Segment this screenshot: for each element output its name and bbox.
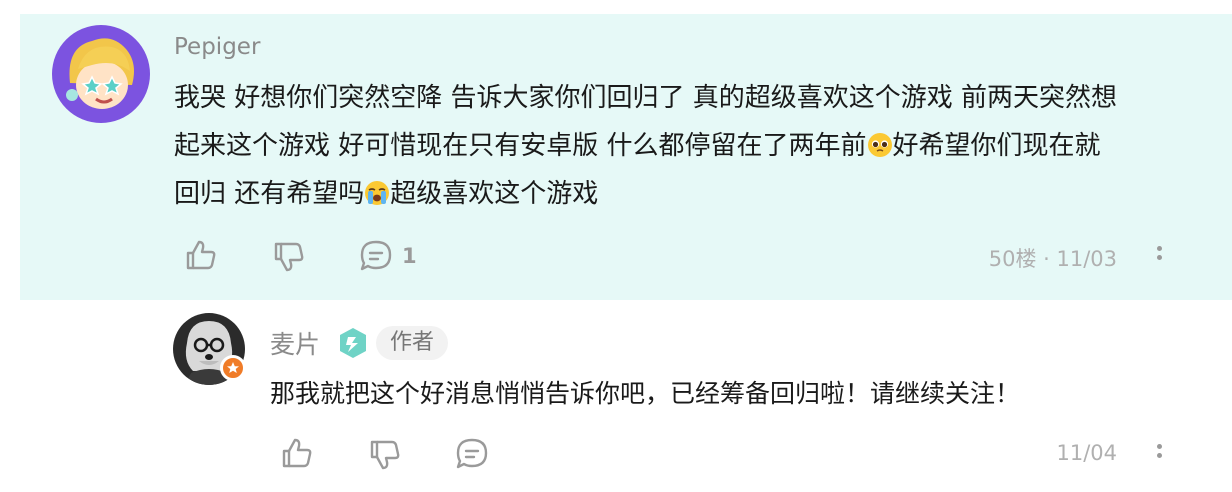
reply-text: 那我就把这个好消息悄悄告诉你吧，已经筹备回归啦！请继续关注！ (270, 379, 1021, 408)
thumbs-down-icon (370, 440, 400, 470)
like-button[interactable] (280, 436, 314, 470)
comment-text-line: 回归 还有希望吗 超级喜欢这个游戏 (174, 170, 1184, 218)
reply-button[interactable]: 1 (358, 238, 417, 274)
level-badge-icon (336, 326, 370, 360)
more-button[interactable] (1157, 444, 1163, 462)
dislike-button[interactable] (272, 240, 306, 274)
comment-text-line: 起来这个游戏 好可惜现在只有安卓版 什么都停留在了两年前 好希望你们现在就 (174, 122, 1184, 170)
reply-count: 1 (402, 244, 417, 268)
more-vertical-icon (1157, 444, 1163, 458)
comment-text-segment: 回归 还有希望吗 (174, 179, 365, 209)
comment-author-name[interactable]: Pepiger (174, 34, 260, 60)
thumbs-down-icon (274, 242, 304, 272)
reply-date: 11/04 (1056, 441, 1117, 465)
avatar-image (52, 25, 150, 123)
dislike-button[interactable] (368, 438, 402, 472)
comment-text: 我哭 好想你们突然空降 告诉大家你们回归了 真的超级喜欢这个游戏 前两天突然想 … (174, 74, 1184, 218)
author-tag: 作者 (376, 326, 449, 360)
comment-text-segment: 起来这个游戏 好可惜现在只有安卓版 什么都停留在了两年前 (174, 131, 867, 161)
comment-bubble-icon (456, 438, 488, 469)
comment-text-segment: 好希望你们现在就 (892, 131, 1101, 161)
more-button[interactable] (1157, 246, 1163, 264)
more-vertical-icon (1157, 246, 1163, 260)
comment-text-segment: 超级喜欢这个游戏 (390, 179, 599, 209)
reply-author-name[interactable]: 麦片 (270, 325, 320, 361)
comment-floor-date: 50楼 · 11/03 (988, 247, 1117, 271)
thumbs-up-icon (186, 240, 216, 270)
verified-badge-icon (220, 355, 246, 381)
reply-button[interactable] (454, 436, 490, 472)
comment-text-line: 我哭 好想你们突然空降 告诉大家你们回归了 真的超级喜欢这个游戏 前两天突然想 (174, 83, 1118, 113)
pleading-face-emoji (867, 133, 892, 157)
like-button[interactable] (184, 238, 218, 272)
thumbs-up-icon (282, 438, 312, 468)
loudly-crying-face-emoji (365, 181, 390, 205)
avatar[interactable] (52, 25, 150, 123)
comment-bubble-icon (360, 240, 392, 271)
